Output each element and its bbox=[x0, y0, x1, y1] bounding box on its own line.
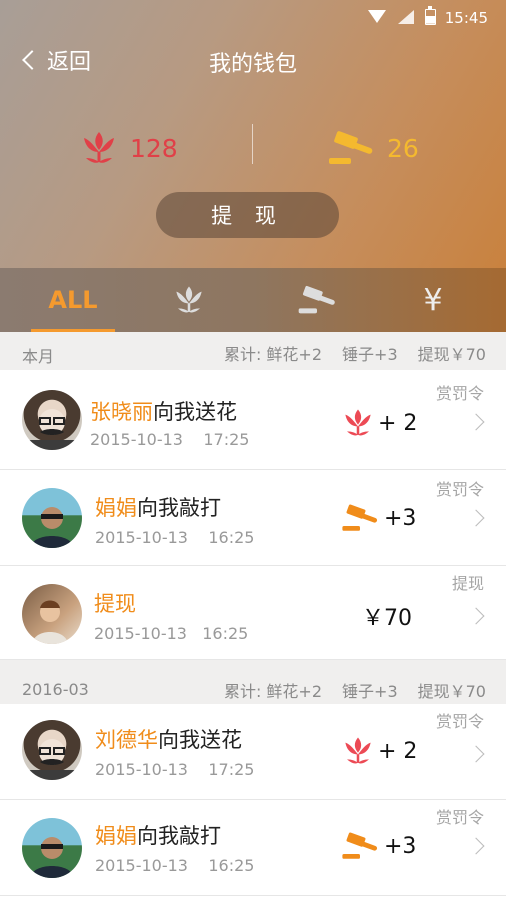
battery-icon bbox=[425, 6, 436, 25]
tab-all-label: ALL bbox=[48, 286, 98, 314]
list-item[interactable]: 张晓丽向我送花 2015-10-13 17:25 赏罚令 + 2 bbox=[0, 370, 506, 470]
wifi-icon bbox=[368, 10, 386, 23]
item-action: 向我敲打 bbox=[137, 496, 221, 520]
amount-value: + 2 bbox=[378, 410, 418, 436]
amount-value: ￥70 bbox=[362, 606, 412, 631]
flower-icon bbox=[176, 286, 202, 313]
item-action: 向我送花 bbox=[153, 400, 237, 424]
hammer-count: 26 bbox=[387, 133, 419, 163]
item-amount: +3 bbox=[340, 502, 416, 534]
summary-withdraw: 提现￥70 bbox=[417, 682, 486, 701]
sender-name: 娟娟 bbox=[95, 496, 137, 520]
nav-bar: 返回 我的钱包 bbox=[0, 36, 506, 84]
flower-icon bbox=[84, 132, 114, 163]
item-tag: 赏罚令 bbox=[435, 808, 484, 827]
item-date: 2015-10-13 16:25 bbox=[95, 528, 255, 547]
stats-divider bbox=[252, 124, 253, 164]
withdraw-button[interactable]: 提 现 bbox=[156, 192, 339, 238]
amount-value: +3 bbox=[384, 505, 417, 531]
summary-total: 累计: 鲜花+2 bbox=[223, 345, 323, 364]
amount-value: +3 bbox=[384, 833, 417, 859]
chevron-right-icon bbox=[467, 413, 485, 431]
summary-hammer: 锤子+3 bbox=[342, 345, 398, 364]
chevron-right-icon bbox=[467, 607, 485, 625]
item-amount: +3 bbox=[340, 830, 416, 862]
list-item[interactable]: 娟娟向我敲打 2015-10-13 16:25 赏罚令 +3 bbox=[0, 470, 506, 566]
tab-hammers[interactable] bbox=[254, 268, 380, 332]
hammer-icon bbox=[329, 131, 373, 164]
item-action: 向我送花 bbox=[158, 728, 242, 752]
item-date: 2015-10-13 17:25 bbox=[90, 430, 250, 449]
item-amount: ￥70 bbox=[362, 600, 412, 632]
flower-icon bbox=[345, 737, 371, 764]
section-header: 2016-03 累计: 鲜花+2 锤子+3 提现￥70 bbox=[0, 660, 506, 704]
sender-name: 张晓丽 bbox=[90, 400, 153, 424]
avatar bbox=[22, 818, 82, 878]
chevron-right-icon bbox=[467, 837, 485, 855]
item-title: 刘德华向我送花 bbox=[95, 724, 242, 754]
item-title: 张晓丽向我送花 bbox=[90, 396, 237, 426]
summary-withdraw: 提现￥70 bbox=[417, 345, 486, 364]
sender-name: 刘德华 bbox=[95, 728, 158, 752]
summary-hammer: 锤子+3 bbox=[342, 682, 398, 701]
chevron-right-icon bbox=[467, 745, 485, 763]
avatar bbox=[22, 584, 82, 644]
item-tag: 提现 bbox=[451, 574, 484, 593]
item-title: 提现 bbox=[94, 588, 136, 618]
section-summary: 累计: 鲜花+2 锤子+3 提现￥70 bbox=[224, 341, 486, 365]
item-date: 2015-10-13 17:25 bbox=[95, 760, 255, 779]
yuan-icon: ¥ bbox=[423, 282, 443, 318]
item-title: 娟娟向我敲打 bbox=[95, 492, 221, 522]
avatar bbox=[22, 488, 82, 548]
tab-flowers[interactable] bbox=[126, 268, 252, 332]
filter-tabs: ALL ¥ bbox=[0, 268, 506, 332]
section-summary: 累计: 鲜花+2 锤子+3 提现￥70 bbox=[224, 678, 486, 702]
flower-balance: 128 bbox=[80, 118, 178, 178]
flower-count: 128 bbox=[130, 133, 178, 163]
status-bar: 15:45 bbox=[0, 0, 506, 36]
flower-icon bbox=[345, 409, 371, 436]
item-amount: + 2 bbox=[342, 734, 417, 768]
section-title: 2016-03 bbox=[22, 680, 89, 699]
item-tag: 赏罚令 bbox=[435, 712, 484, 731]
item-date: 2015-10-13 16:25 bbox=[95, 856, 255, 875]
section-header: 本月 累计: 鲜花+2 锤子+3 提现￥70 bbox=[0, 332, 506, 370]
item-name: 提现 bbox=[94, 592, 136, 616]
tab-all[interactable]: ALL bbox=[10, 268, 136, 332]
item-action: 向我敲打 bbox=[137, 824, 221, 848]
item-title: 娟娟向我敲打 bbox=[95, 820, 221, 850]
item-date: 2015-10-13 16:25 bbox=[94, 624, 249, 643]
list-item[interactable]: 刘德华向我送花 2015-10-13 17:25 赏罚令 + 2 bbox=[0, 704, 506, 800]
item-amount: + 2 bbox=[342, 406, 417, 440]
list-item[interactable]: 提现 2015-10-13 16:25 提现 ￥70 bbox=[0, 566, 506, 660]
hammer-icon bbox=[342, 832, 378, 859]
tab-withdrawals[interactable]: ¥ bbox=[370, 268, 496, 332]
chevron-right-icon bbox=[467, 509, 485, 527]
item-tag: 赏罚令 bbox=[435, 384, 484, 403]
hammer-balance: 26 bbox=[327, 118, 419, 178]
amount-value: + 2 bbox=[378, 738, 418, 764]
balance-stats: 128 26 bbox=[0, 118, 506, 178]
item-tag: 赏罚令 bbox=[435, 480, 484, 499]
hammer-icon bbox=[342, 504, 378, 531]
status-time: 15:45 bbox=[444, 9, 488, 27]
list-item[interactable]: 娟娟向我敲打 2015-10-13 16:25 赏罚令 +3 bbox=[0, 800, 506, 896]
page-title: 我的钱包 bbox=[208, 52, 297, 77]
signal-icon bbox=[398, 10, 414, 24]
avatar bbox=[22, 390, 82, 450]
wallet-header: 15:45 返回 我的钱包 128 26 提 现 bbox=[0, 0, 506, 268]
section-title: 本月 bbox=[22, 347, 55, 366]
avatar bbox=[22, 720, 82, 780]
hammer-icon bbox=[298, 285, 335, 314]
sender-name: 娟娟 bbox=[95, 824, 137, 848]
summary-total: 累计: 鲜花+2 bbox=[223, 682, 323, 701]
